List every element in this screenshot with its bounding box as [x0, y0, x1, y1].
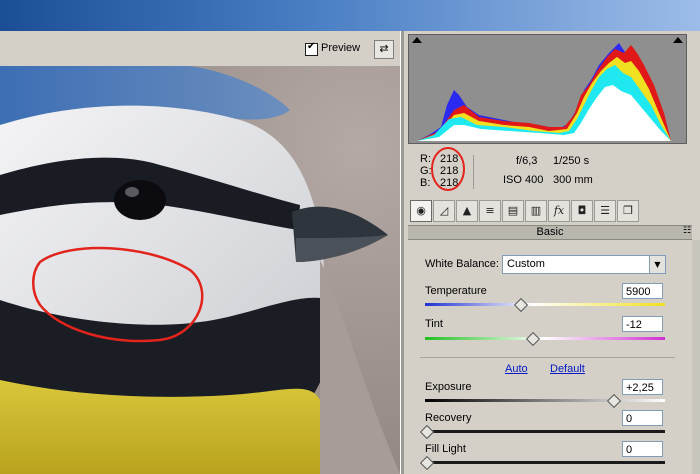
highlight-clipping-warning-icon[interactable]	[673, 37, 683, 43]
tab-split-toning[interactable]: ▤	[502, 200, 524, 222]
panel-scrollbar[interactable]	[692, 240, 700, 474]
recovery-track[interactable]	[425, 430, 665, 433]
focal-length-value: 300 mm	[553, 174, 593, 186]
swap-arrows-icon: ⇄	[379, 42, 389, 55]
fill-light-label: Fill Light	[425, 443, 466, 455]
preview-checkbox[interactable]	[305, 41, 318, 56]
panel-header: Basic	[408, 225, 692, 240]
effects-icon: fx	[553, 204, 565, 217]
iso-value: ISO 400	[503, 174, 544, 186]
fill-light-field[interactable]: 0	[622, 441, 663, 457]
white-balance-value: Custom	[507, 258, 545, 270]
tab-hsl[interactable]: ≡	[479, 200, 501, 222]
basic-aperture-icon: ◉	[416, 204, 426, 217]
camera-calibration-icon: ◘	[577, 204, 587, 217]
tab-basic[interactable]: ◉	[410, 200, 432, 222]
tab-camera-calibration[interactable]: ◘	[571, 200, 593, 222]
temperature-track[interactable]	[425, 303, 665, 306]
auto-link[interactable]: Auto	[505, 363, 528, 375]
window-title-bar	[0, 0, 700, 31]
white-balance-label: White Balance:	[425, 258, 499, 270]
split-toning-icon: ▤	[507, 204, 519, 217]
shadow-clipping-warning-icon[interactable]	[412, 37, 422, 43]
tab-lens-corrections[interactable]: ▥	[525, 200, 547, 222]
rgb-annotation-circle	[431, 147, 465, 191]
tone-curve-icon: ◿	[439, 204, 449, 217]
histogram-graph	[417, 43, 671, 141]
tint-field[interactable]: -12	[622, 316, 663, 332]
hsl-grayscale-icon: ≡	[485, 204, 495, 217]
tab-effects[interactable]: fx	[548, 200, 570, 222]
panel-menu-icon[interactable]: ☷	[683, 226, 691, 236]
preview-label: Preview	[321, 42, 361, 54]
chevron-down-icon[interactable]: ▼	[649, 256, 665, 273]
bird-photo	[0, 66, 400, 474]
tint-label: Tint	[425, 318, 443, 330]
exposure-field[interactable]: +2,25	[622, 379, 663, 395]
b-label: B:	[420, 177, 431, 189]
aperture-value: f/6,3	[516, 155, 538, 167]
recovery-label: Recovery	[425, 412, 472, 424]
presets-icon: ☰	[600, 204, 610, 217]
lens-corrections-icon: ▥	[530, 204, 542, 217]
tab-presets[interactable]: ☰	[594, 200, 616, 222]
toggle-fullscreen-button[interactable]: ⇄	[374, 40, 394, 59]
fill-light-track[interactable]	[425, 461, 665, 464]
tint-track[interactable]	[425, 337, 665, 340]
image-canvas[interactable]	[0, 66, 400, 474]
info-separator	[473, 155, 474, 189]
snapshots-icon: ❐	[623, 204, 633, 217]
exposure-label: Exposure	[425, 381, 472, 393]
panel-title: Basic	[536, 226, 564, 238]
section-divider	[420, 357, 675, 358]
panel-divider[interactable]	[400, 31, 404, 474]
white-balance-select[interactable]: Custom ▼	[502, 255, 666, 274]
temperature-label: Temperature	[425, 285, 487, 297]
exposure-track[interactable]	[425, 399, 665, 402]
temperature-field[interactable]: 5900	[622, 283, 663, 299]
tab-snapshots[interactable]: ❐	[617, 200, 639, 222]
default-link[interactable]: Default	[550, 363, 585, 375]
histogram	[408, 34, 687, 144]
detail-icon: ▲	[462, 204, 472, 217]
recovery-field[interactable]: 0	[622, 410, 663, 426]
tab-detail[interactable]: ▲	[456, 200, 478, 222]
tab-tone-curve[interactable]: ◿	[433, 200, 455, 222]
shutter-value: 1/250 s	[553, 155, 590, 167]
